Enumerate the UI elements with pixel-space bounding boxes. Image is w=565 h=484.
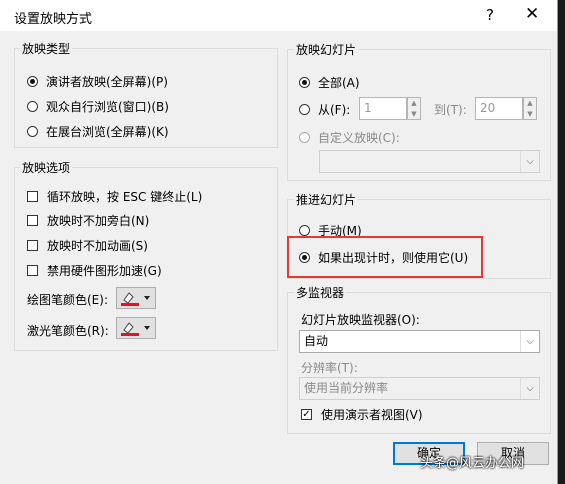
highlight-box xyxy=(287,236,483,278)
setup-show-dialog: 设置放映方式 ? ✕ 放映类型 演讲者放映(全屏幕)(P) 观众自行浏览(窗口)… xyxy=(0,0,558,484)
checkbox[interactable] xyxy=(27,191,38,202)
chevron-down-icon: ⌵ xyxy=(520,331,539,352)
laser-color-label: 激光笔颜色(R): xyxy=(27,324,109,338)
radio-audience-label: 观众自行浏览(窗口)(B) xyxy=(46,100,169,114)
slides-title: 放映幻灯片 xyxy=(294,41,359,58)
radio-kiosk-label: 在展台浏览(全屏幕)(K) xyxy=(46,125,169,139)
laser-color-button[interactable] xyxy=(116,317,156,339)
pen-color-icon xyxy=(121,292,150,306)
check-no-animation[interactable]: 放映时不加动画(S) xyxy=(27,237,148,254)
laser-color-icon xyxy=(121,322,150,336)
help-button[interactable]: ? xyxy=(486,6,494,24)
resolution-value: 使用当前分辨率 xyxy=(304,381,389,395)
from-input[interactable]: 1 xyxy=(359,97,407,120)
radio-circle[interactable] xyxy=(27,126,38,137)
from-spinner[interactable]: ▲ ▼ xyxy=(407,97,421,120)
to-label: 到(T): xyxy=(434,103,467,117)
chevron-down-icon: ⌵ xyxy=(520,378,539,399)
radio-custom-label: 自定义放映(C): xyxy=(318,131,400,145)
radio-from[interactable]: 从(F): xyxy=(299,101,350,118)
to-input[interactable]: 20 xyxy=(475,97,523,120)
check-no-animation-label: 放映时不加动画(S) xyxy=(47,239,148,253)
resolution-label: 分辨率(T): xyxy=(301,361,358,375)
radio-all-label: 全部(A) xyxy=(318,76,360,90)
checkbox[interactable] xyxy=(27,240,38,251)
check-loop-label: 循环放映，按 ESC 键终止(L) xyxy=(47,190,203,204)
radio-all[interactable]: 全部(A) xyxy=(299,74,360,91)
monitor-value: 自动 xyxy=(304,334,329,348)
radio-from-label: 从(F): xyxy=(318,103,351,117)
pen-color-label: 绘图笔颜色(E): xyxy=(27,293,108,307)
radio-presenter[interactable]: 演讲者放映(全屏幕)(P) xyxy=(27,73,168,90)
advance-title: 推进幻灯片 xyxy=(294,191,359,208)
radio-audience[interactable]: 观众自行浏览(窗口)(B) xyxy=(27,98,169,115)
chevron-down-icon: ⌵ xyxy=(520,151,539,172)
checkbox[interactable] xyxy=(27,265,38,276)
radio-circle[interactable] xyxy=(299,104,310,115)
monitors-title: 多监视器 xyxy=(294,284,347,301)
checkbox[interactable] xyxy=(27,215,38,226)
radio-circle[interactable] xyxy=(27,101,38,112)
to-spinner[interactable]: ▲ ▼ xyxy=(523,97,537,120)
check-no-narration[interactable]: 放映时不加旁白(N) xyxy=(27,212,149,229)
monitor-select[interactable]: 自动 ⌵ xyxy=(299,330,540,353)
check-disable-hw-label: 禁用硬件图形加速(G) xyxy=(47,264,162,278)
radio-circle[interactable] xyxy=(299,77,310,88)
check-disable-hw[interactable]: 禁用硬件图形加速(G) xyxy=(27,262,162,279)
resolution-select[interactable]: 使用当前分辨率 ⌵ xyxy=(299,377,540,400)
check-mark-icon[interactable]: ✓ xyxy=(301,409,312,420)
radio-presenter-label: 演讲者放映(全屏幕)(P) xyxy=(46,75,168,89)
check-loop[interactable]: 循环放映，按 ESC 键终止(L) xyxy=(27,188,202,205)
custom-show-select[interactable]: ⌵ xyxy=(319,150,540,173)
radio-kiosk[interactable]: 在展台浏览(全屏幕)(K) xyxy=(27,123,169,140)
pen-color-button[interactable] xyxy=(116,287,156,309)
close-button[interactable]: ✕ xyxy=(525,4,539,24)
title-bar: 设置放映方式 ? ✕ xyxy=(0,0,557,31)
show-type-title: 放映类型 xyxy=(20,40,73,57)
radio-circle[interactable] xyxy=(27,76,38,87)
radio-circle[interactable] xyxy=(299,132,310,143)
watermark: 头条@风云办公网 xyxy=(420,456,525,471)
radio-circle[interactable] xyxy=(299,225,310,236)
show-options-title: 放映选项 xyxy=(20,159,73,176)
radio-custom[interactable]: 自定义放映(C): xyxy=(299,129,400,146)
check-no-narration-label: 放映时不加旁白(N) xyxy=(47,214,150,228)
monitor-label: 幻灯片放映监视器(O): xyxy=(301,313,420,327)
check-presenter-view[interactable]: ✓ 使用演示者视图(V) xyxy=(301,406,423,423)
check-presenter-view-label: 使用演示者视图(V) xyxy=(321,408,423,422)
dialog-title: 设置放映方式 xyxy=(14,12,93,27)
